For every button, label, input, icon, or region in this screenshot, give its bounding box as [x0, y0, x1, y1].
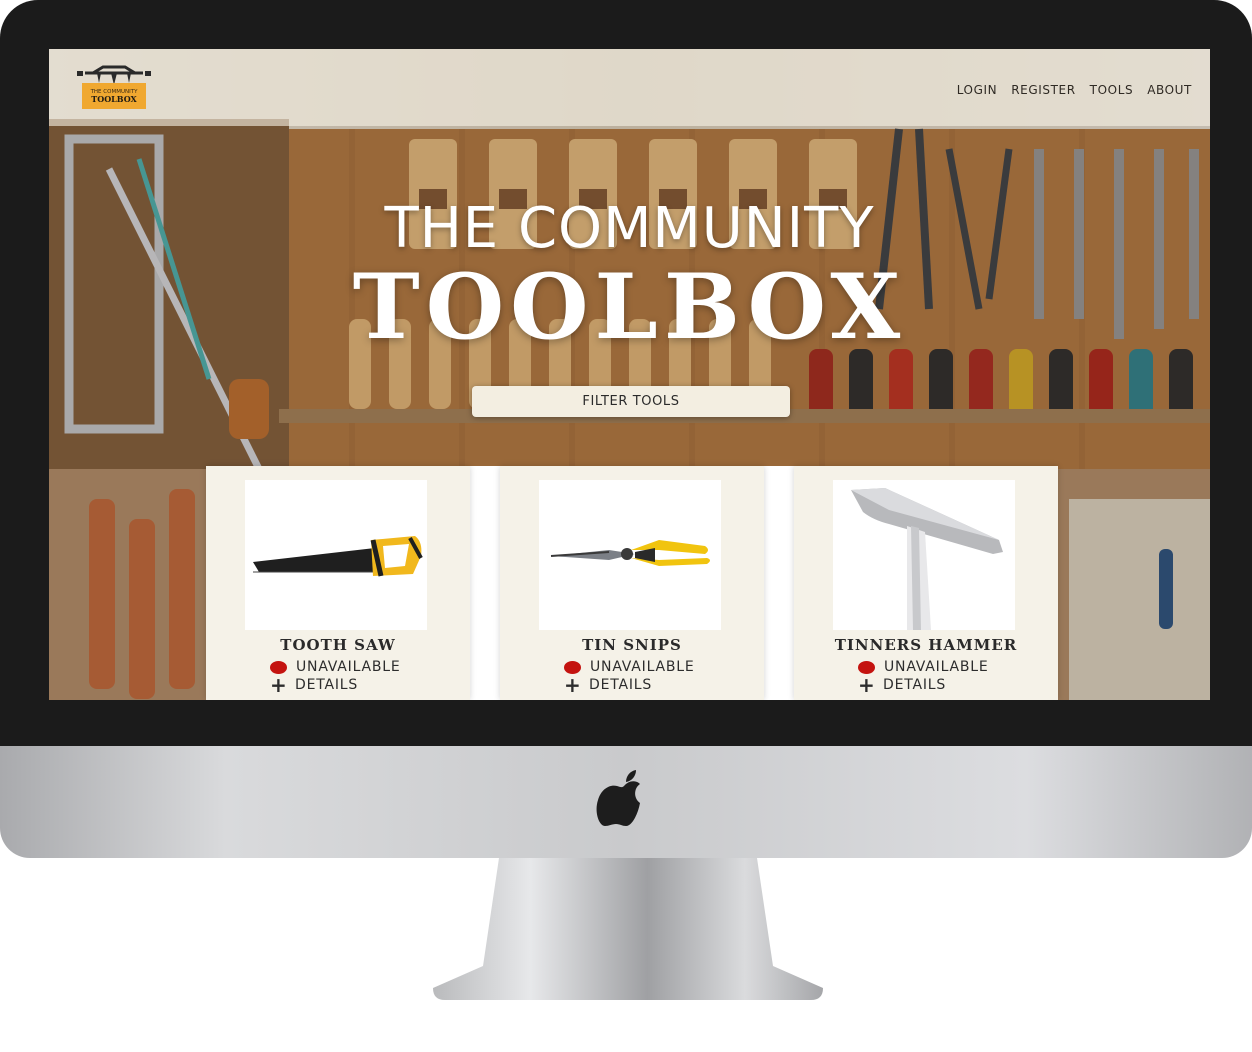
tool-image-tooth-saw[interactable] [245, 480, 427, 630]
tool-name: TINNERS HAMMER [834, 636, 1018, 654]
plus-icon: + [564, 673, 582, 697]
monitor-stand [433, 858, 823, 1000]
tool-image-tin-snips[interactable] [539, 480, 721, 630]
hammer-icon [851, 488, 1003, 630]
tool-details-label: DETAILS [589, 677, 653, 693]
plus-icon: + [270, 673, 288, 697]
tool-status: UNAVAILABLE [270, 659, 401, 675]
nav-about-link[interactable]: ABOUT [1147, 83, 1192, 97]
tool-status-label: UNAVAILABLE [590, 659, 695, 675]
status-dot-icon [270, 660, 287, 674]
site-logo[interactable]: THE COMMUNITY TOOLBOX [75, 65, 153, 113]
saw-icon [253, 536, 423, 577]
tool-name: TIN SNIPS [582, 636, 682, 654]
filter-tools-button[interactable]: FILTER TOOLS [472, 386, 790, 417]
hero-title-line1: THE COMMUNITY [384, 196, 875, 261]
screen: THE COMMUNITY TOOLBOX LOGIN REGISTER TOO… [49, 49, 1210, 700]
nav-tools-link[interactable]: TOOLS [1090, 83, 1134, 97]
tool-status: UNAVAILABLE [858, 659, 989, 675]
tool-card[interactable]: TOOTH SAW UNAVAILABLE + DETAILS [206, 466, 470, 700]
nav-register-link[interactable]: REGISTER [1011, 83, 1075, 97]
tool-details-link[interactable]: + DETAILS [858, 673, 947, 697]
tool-details-link[interactable]: + DETAILS [564, 673, 653, 697]
tool-status-label: UNAVAILABLE [884, 659, 989, 675]
tool-name: TOOTH SAW [280, 636, 396, 654]
top-navigation-bar: THE COMMUNITY TOOLBOX LOGIN REGISTER TOO… [49, 49, 1210, 126]
tool-status-label: UNAVAILABLE [296, 659, 401, 675]
main-nav: LOGIN REGISTER TOOLS ABOUT [957, 83, 1192, 97]
tool-image-tinners-hammer[interactable] [833, 480, 1015, 630]
nav-login-link[interactable]: LOGIN [957, 83, 998, 97]
tin-snips-icon [550, 540, 710, 566]
tool-details-link[interactable]: + DETAILS [270, 673, 359, 697]
svg-text:TOOLBOX: TOOLBOX [91, 94, 137, 104]
tool-card-list: TOOTH SAW UNAVAILABLE + DETAILS TIN SNIP… [206, 466, 1058, 700]
tool-card[interactable]: TINNERS HAMMER UNAVAILABLE + DETAILS [794, 466, 1058, 700]
tool-details-label: DETAILS [295, 677, 359, 693]
hero-title-line2: TOOLBOX [352, 254, 907, 360]
apple-logo-icon [596, 770, 640, 826]
tool-details-label: DETAILS [883, 677, 947, 693]
status-dot-icon [564, 660, 581, 674]
tool-card[interactable]: TIN SNIPS UNAVAILABLE + DETAILS [500, 466, 764, 700]
tool-status: UNAVAILABLE [564, 659, 695, 675]
plus-icon: + [858, 673, 876, 697]
status-dot-icon [858, 660, 875, 674]
